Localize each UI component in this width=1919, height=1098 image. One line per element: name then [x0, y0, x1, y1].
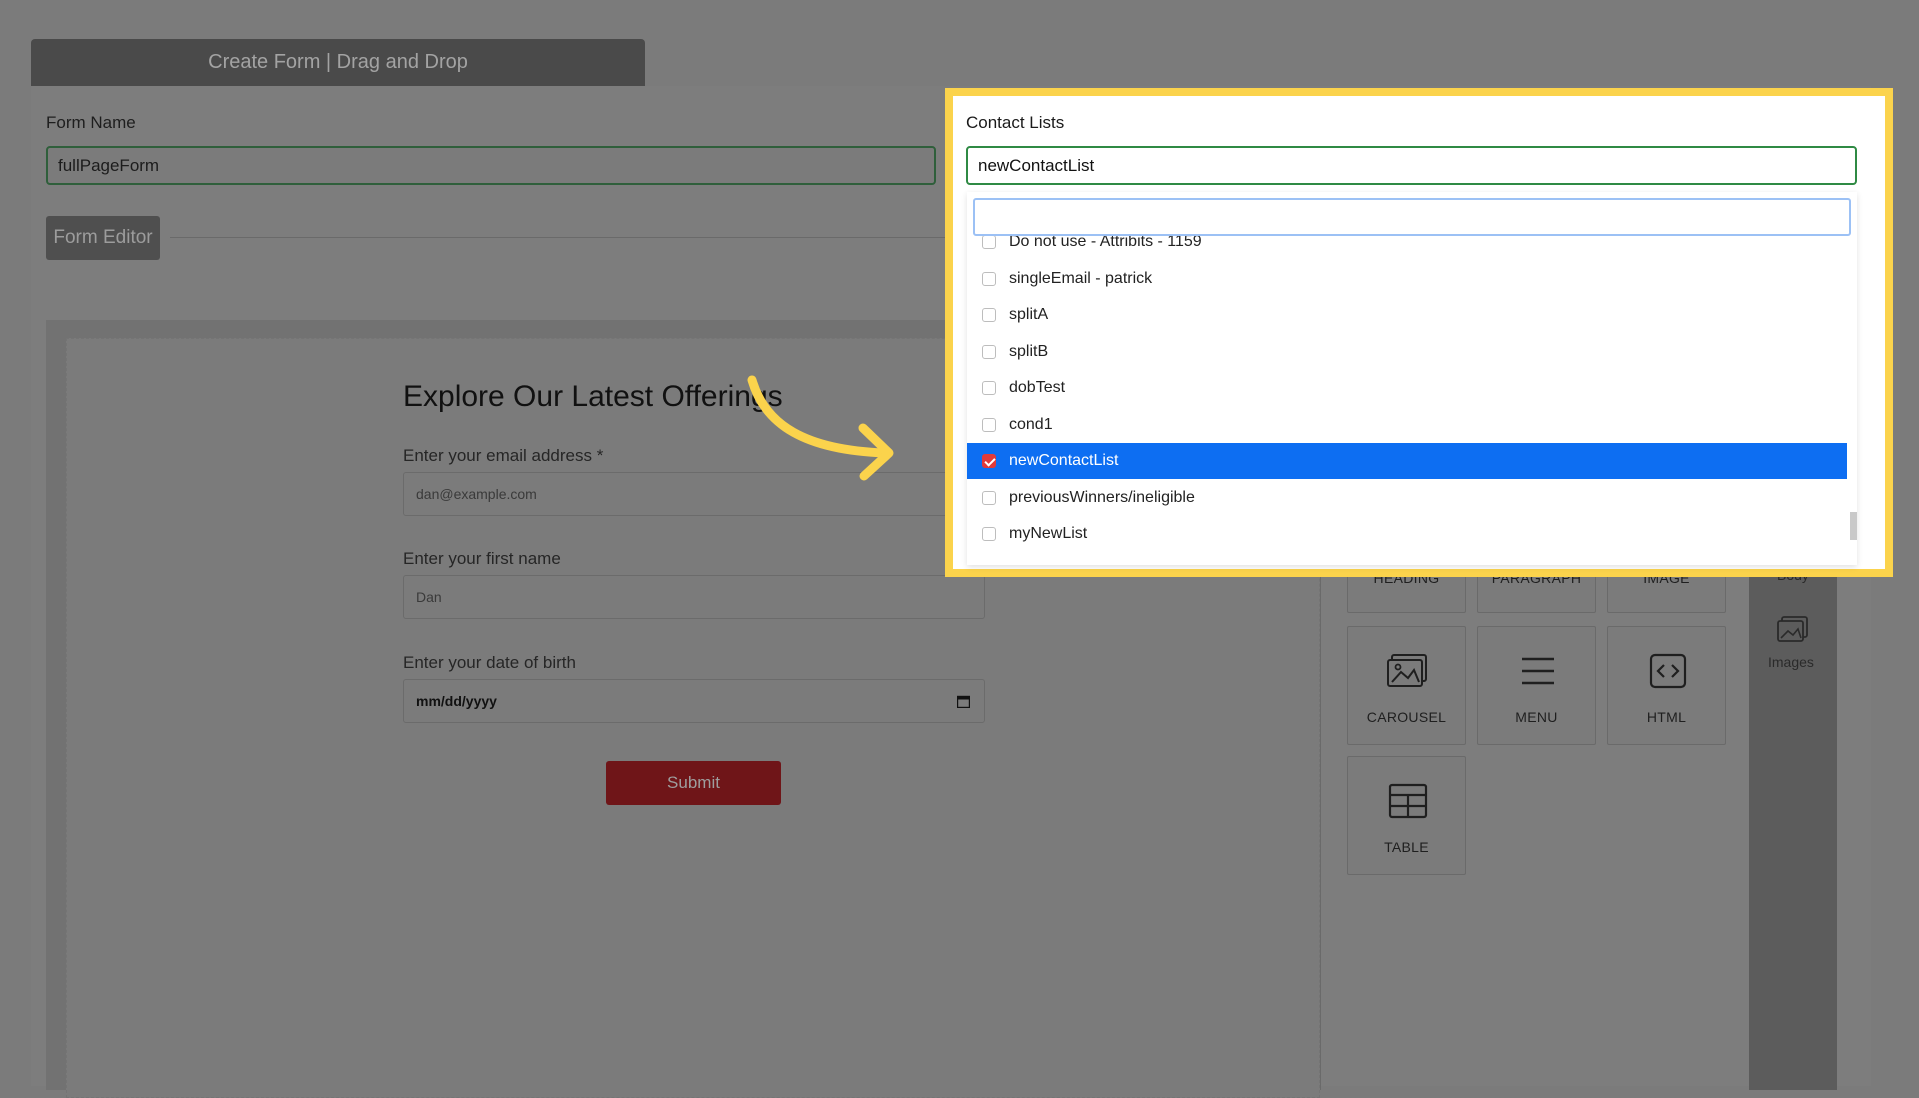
html-block-label: HTML — [1646, 709, 1687, 725]
table-icon — [1388, 783, 1428, 819]
dropdown-scrollbar[interactable] — [1850, 512, 1857, 540]
checkbox-checked[interactable] — [982, 454, 996, 468]
email-label: Enter your email address * — [403, 446, 604, 465]
calendar-icon[interactable] — [957, 695, 970, 708]
list-item-label: singleEmail - patrick — [1009, 270, 1153, 287]
menu-block[interactable]: MENU — [1477, 626, 1596, 745]
images-icon[interactable] — [1777, 616, 1809, 644]
first-name-field[interactable]: Dan — [403, 575, 985, 619]
checkbox[interactable] — [982, 308, 996, 322]
checkbox[interactable] — [982, 272, 996, 286]
dropdown-search-input[interactable] — [973, 198, 1851, 236]
list-item-label: newContactList — [1009, 452, 1119, 469]
dob-field[interactable]: mm/dd/yyyy — [403, 679, 985, 723]
checkbox[interactable] — [982, 381, 996, 395]
carousel-block[interactable]: CAROUSEL — [1347, 626, 1466, 745]
list-item[interactable]: cond1 — [967, 407, 1847, 443]
list-item[interactable]: singleEmail - patrick — [967, 261, 1847, 297]
html-block[interactable]: HTML — [1607, 626, 1726, 745]
carousel-icon — [1387, 654, 1427, 687]
panel-edge — [1872, 96, 1885, 569]
list-item[interactable]: splitA — [967, 297, 1847, 333]
form-name-input[interactable]: fullPageForm — [46, 146, 936, 185]
list-item-label: dobTest — [1009, 379, 1066, 396]
list-item-label: cond1 — [1009, 416, 1053, 433]
contact-lists-label: Contact Lists — [966, 113, 1065, 132]
dob-label: Enter your date of birth — [403, 653, 576, 672]
list-item-label: previousWinners/ineligible — [1009, 489, 1195, 506]
form-editor-button[interactable]: Form Editor — [46, 216, 160, 260]
carousel-block-label: CAROUSEL — [1366, 709, 1447, 725]
side-tab-images-label[interactable]: Images — [1768, 654, 1814, 670]
checkbox[interactable] — [982, 491, 996, 505]
first-name-label: Enter your first name — [403, 549, 561, 568]
checkbox[interactable] — [982, 418, 996, 432]
contact-lists-dropdown: Do not use - Attribits - 1159 singleEmai… — [967, 192, 1857, 565]
list-item[interactable]: previousWinners/ineligible — [967, 480, 1847, 516]
list-item-label: myNewList — [1009, 525, 1088, 542]
divider — [170, 237, 950, 238]
divider — [1320, 500, 1321, 1090]
list-item-label: splitB — [1009, 343, 1049, 360]
checkbox[interactable] — [982, 527, 996, 541]
submit-button[interactable]: Submit — [606, 761, 781, 805]
pointer-arrow-icon — [747, 375, 894, 481]
table-block[interactable]: TABLE — [1347, 756, 1466, 875]
list-item-selected[interactable]: newContactList — [967, 443, 1847, 479]
menu-block-label: MENU — [1515, 709, 1558, 725]
checkbox[interactable] — [982, 235, 996, 249]
list-item[interactable]: dobTest — [967, 370, 1847, 406]
form-preview-title: Explore Our Latest Offerings — [403, 380, 783, 413]
list-item[interactable]: splitB — [967, 334, 1847, 370]
html-icon — [1649, 653, 1687, 689]
checkbox[interactable] — [982, 345, 996, 359]
table-block-label: TABLE — [1384, 839, 1429, 855]
menu-icon — [1522, 657, 1554, 685]
form-name-label: Form Name — [46, 113, 136, 132]
page-header-title: Create Form | Drag and Drop — [31, 39, 645, 86]
list-item-label: splitA — [1009, 306, 1049, 323]
contact-lists-select[interactable]: newContactList — [966, 146, 1857, 185]
dob-placeholder: mm/dd/yyyy — [416, 693, 497, 709]
list-item[interactable]: myNewList — [967, 516, 1847, 552]
side-tab-strip — [1749, 520, 1837, 1090]
